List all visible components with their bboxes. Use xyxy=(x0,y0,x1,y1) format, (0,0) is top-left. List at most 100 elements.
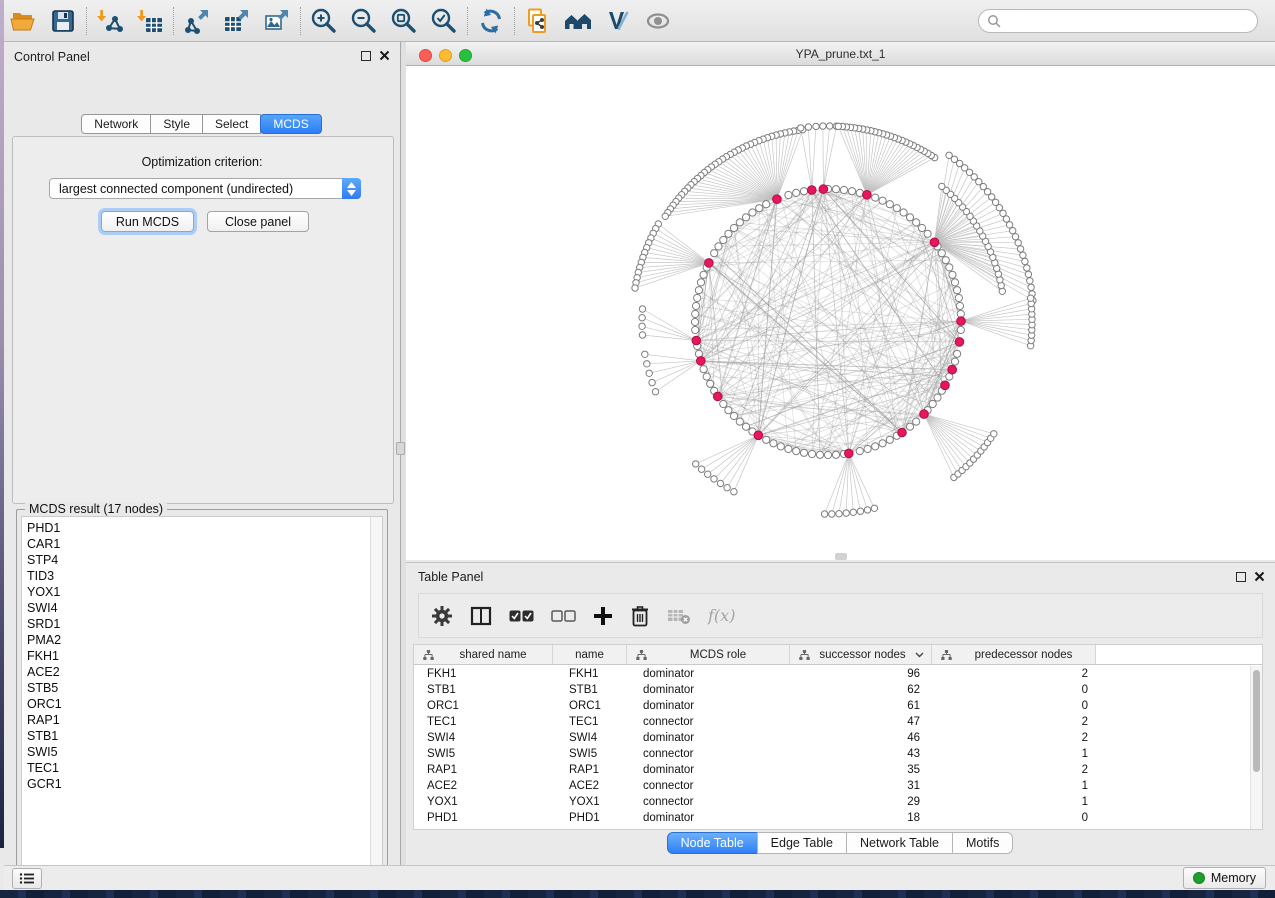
network-node[interactable] xyxy=(934,394,941,401)
network-node[interactable] xyxy=(951,358,958,365)
list-item[interactable]: ACE2 xyxy=(22,664,382,680)
network-leaf-node[interactable] xyxy=(1017,246,1023,252)
network-node[interactable] xyxy=(692,326,699,333)
network-node[interactable] xyxy=(730,224,737,231)
network-leaf-node[interactable] xyxy=(836,511,842,517)
network-node[interactable] xyxy=(840,186,847,193)
table-row[interactable]: ACE2ACE2connector311 xyxy=(414,778,1250,794)
network-hub-node[interactable] xyxy=(773,195,782,204)
network-leaf-node[interactable] xyxy=(1025,271,1031,277)
network-node[interactable] xyxy=(777,443,784,450)
scrollbar-thumb[interactable] xyxy=(1253,670,1260,772)
network-node[interactable] xyxy=(954,350,961,357)
network-leaf-node[interactable] xyxy=(805,124,811,130)
network-leaf-node[interactable] xyxy=(662,213,668,219)
table-row[interactable]: SWI5SWI5connector431 xyxy=(414,746,1250,762)
network-leaf-node[interactable] xyxy=(639,315,645,321)
network-leaf-node[interactable] xyxy=(724,485,730,491)
network-hub-node[interactable] xyxy=(930,238,939,247)
network-canvas[interactable] xyxy=(406,66,1275,560)
network-leaf-node[interactable] xyxy=(871,505,877,511)
table-row[interactable]: TEC1TEC1connector472 xyxy=(414,714,1250,730)
network-node[interactable] xyxy=(929,400,936,407)
table-row[interactable]: ORC1ORC1dominator610 xyxy=(414,698,1250,714)
network-leaf-node[interactable] xyxy=(1027,278,1033,284)
table-row[interactable]: YOX1YOX1connector291 xyxy=(414,794,1250,810)
list-item[interactable]: YOX1 xyxy=(22,584,382,600)
network-leaf-node[interactable] xyxy=(821,511,827,517)
tab-edge-table[interactable]: Edge Table xyxy=(757,832,847,854)
network-leaf-node[interactable] xyxy=(717,480,723,486)
export-table-icon[interactable] xyxy=(220,4,254,38)
search-input[interactable] xyxy=(1001,11,1257,31)
list-scrollbar[interactable] xyxy=(370,517,382,874)
network-leaf-node[interactable] xyxy=(644,361,650,367)
network-node[interactable] xyxy=(949,271,956,278)
network-node[interactable] xyxy=(886,201,893,208)
table-row[interactable]: FKH1FKH1dominator962 xyxy=(414,666,1250,682)
network-node[interactable] xyxy=(906,214,913,221)
network-node[interactable] xyxy=(763,201,770,208)
open-file-icon[interactable] xyxy=(6,4,40,38)
network-node[interactable] xyxy=(694,294,701,301)
network-node[interactable] xyxy=(692,302,699,309)
table-scrollbar[interactable] xyxy=(1250,666,1262,829)
network-node[interactable] xyxy=(816,451,823,458)
network-leaf-node[interactable] xyxy=(829,511,835,517)
column-header-predecessor-nodes[interactable]: predecessor nodes xyxy=(932,645,1096,664)
network-leaf-node[interactable] xyxy=(864,507,870,513)
refresh-icon[interactable] xyxy=(474,4,508,38)
network-leaf-node[interactable] xyxy=(632,285,638,291)
network-node[interactable] xyxy=(808,450,815,457)
network-leaf-node[interactable] xyxy=(991,431,997,437)
network-node[interactable] xyxy=(946,264,953,271)
network-node[interactable] xyxy=(730,412,737,419)
network-node[interactable] xyxy=(893,205,900,212)
network-leaf-node[interactable] xyxy=(946,152,952,158)
float-panel-icon[interactable] xyxy=(1236,572,1246,582)
network-hub-node[interactable] xyxy=(692,336,701,345)
network-hub-node[interactable] xyxy=(697,357,706,366)
list-item[interactable]: PHD1 xyxy=(22,520,382,536)
show-column-panel-icon[interactable] xyxy=(470,601,492,631)
network-leaf-node[interactable] xyxy=(1024,265,1030,271)
style-editor-icon[interactable] xyxy=(601,4,635,38)
network-node[interactable] xyxy=(725,230,732,237)
network-node[interactable] xyxy=(848,188,855,195)
network-node[interactable] xyxy=(918,224,925,231)
network-hub-node[interactable] xyxy=(948,365,957,374)
network-node[interactable] xyxy=(736,219,743,226)
network-node[interactable] xyxy=(700,271,707,278)
network-leaf-node[interactable] xyxy=(646,370,652,376)
network-node[interactable] xyxy=(824,451,831,458)
close-panel-button[interactable]: Close panel xyxy=(207,211,309,232)
network-leaf-node[interactable] xyxy=(642,351,648,357)
network-node[interactable] xyxy=(856,448,863,455)
network-node[interactable] xyxy=(956,302,963,309)
table-row[interactable]: RAP1RAP1dominator352 xyxy=(414,762,1250,778)
network-leaf-node[interactable] xyxy=(1022,258,1028,264)
network-leaf-node[interactable] xyxy=(705,471,711,477)
network-leaf-node[interactable] xyxy=(1015,240,1021,246)
tab-select[interactable]: Select xyxy=(202,114,261,134)
criterion-select[interactable]: largest connected component (undirected) xyxy=(49,178,361,199)
zoom-in-icon[interactable] xyxy=(307,4,341,38)
run-mcds-button[interactable]: Run MCDS xyxy=(101,211,194,232)
network-node[interactable] xyxy=(942,257,949,264)
list-item[interactable]: TEC1 xyxy=(22,760,382,776)
list-item[interactable]: RAP1 xyxy=(22,712,382,728)
create-column-plus-icon[interactable] xyxy=(593,601,613,631)
network-leaf-node[interactable] xyxy=(939,183,945,189)
memory-button[interactable]: Memory xyxy=(1183,867,1266,889)
network-leaf-node[interactable] xyxy=(1010,228,1016,234)
network-node[interactable] xyxy=(913,418,920,425)
network-node[interactable] xyxy=(879,440,886,447)
network-node[interactable] xyxy=(720,400,727,407)
network-node[interactable] xyxy=(951,279,958,286)
list-item[interactable]: PMA2 xyxy=(22,632,382,648)
list-item[interactable]: TID3 xyxy=(22,568,382,584)
network-leaf-node[interactable] xyxy=(1020,252,1026,258)
list-item[interactable]: STB5 xyxy=(22,680,382,696)
save-icon[interactable] xyxy=(46,4,80,38)
network-node[interactable] xyxy=(872,194,879,201)
